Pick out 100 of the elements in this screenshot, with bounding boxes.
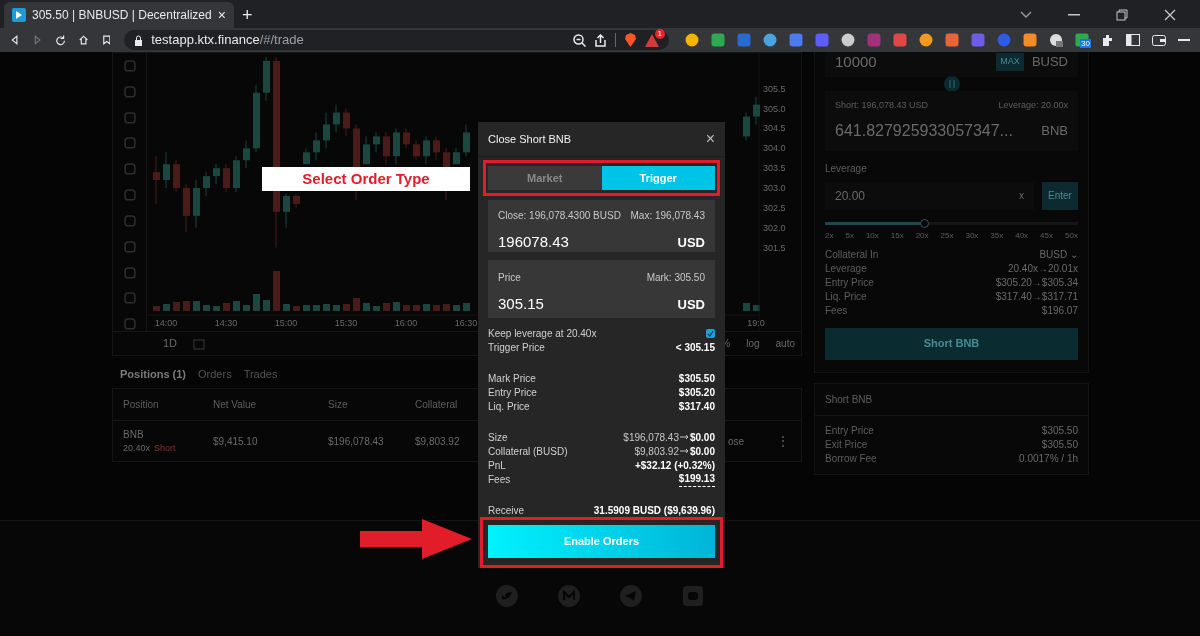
time-label: 14:30 — [214, 318, 238, 328]
info-label: Receive — [488, 503, 525, 518]
close-icon[interactable] — [1164, 9, 1176, 21]
token-select[interactable]: BUSD — [1031, 52, 1068, 72]
time-label: 16:00 — [394, 318, 418, 328]
more-button[interactable]: ⋮ — [773, 432, 793, 450]
slider-mark: 40x — [1015, 229, 1029, 242]
info-label: Entry Price — [488, 385, 537, 400]
restore-icon[interactable] — [1116, 9, 1128, 21]
candle — [283, 193, 290, 229]
slider-mark: 35x — [990, 229, 1004, 242]
chevron-down-icon[interactable] — [1020, 11, 1032, 19]
info-value: $305.50 — [678, 371, 715, 386]
leverage-text: 20.40x — [123, 441, 151, 455]
puzzle-icon[interactable] — [1101, 33, 1114, 47]
slider-mark: 50x — [1065, 229, 1078, 242]
candle — [463, 124, 470, 157]
positions-tab[interactable]: Trades — [243, 365, 278, 383]
candle — [753, 96, 760, 125]
table-cell-text: $9,415.10 — [213, 434, 259, 449]
candle — [303, 147, 310, 165]
site-logo-icon — [12, 8, 26, 22]
reload-icon[interactable] — [56, 34, 66, 46]
close-amount-field[interactable]: Close: 196,078.4300 BUSD Max: 196,078.43 196078.43 USD — [488, 200, 715, 252]
extension-icon[interactable] — [945, 33, 959, 47]
extension-icon[interactable] — [1023, 33, 1037, 47]
slider-thumb[interactable] — [919, 218, 929, 228]
extension-icon[interactable] — [685, 33, 699, 47]
candle — [423, 135, 430, 165]
leverage-field[interactable]: 20.00 x — [825, 181, 1034, 210]
info-label: Exit Price — [825, 438, 868, 452]
enter-button[interactable]: Enter — [1042, 181, 1078, 210]
time-label: 15:30 — [334, 318, 358, 328]
slider-track[interactable] — [825, 221, 1078, 225]
price-label: 303.0 — [763, 183, 786, 194]
price-label: 301.5 — [763, 242, 786, 253]
info-label: Entry Price — [825, 276, 874, 290]
bookmark-icon[interactable] — [102, 34, 111, 46]
table-cell-text: $196,078.43 — [328, 434, 385, 449]
field-value: 196078.43 — [498, 232, 569, 252]
close-button[interactable]: × — [705, 131, 715, 147]
candle — [343, 108, 350, 137]
price-label: 305.0 — [763, 103, 786, 114]
address-bar[interactable]: testapp.ktx.finance/#/trade 1 — [124, 30, 669, 50]
share-icon[interactable] — [594, 33, 607, 47]
info-label: Fees — [488, 472, 511, 487]
slider-mark: 25x — [940, 229, 954, 242]
interval-button[interactable]: 1D — [163, 335, 178, 352]
info-label: Size — [488, 430, 508, 445]
position-size-field[interactable]: Short: 196,078.43 USD Leverage: 20.00x 641.827925933057347... BNB — [825, 91, 1078, 151]
price-field[interactable]: Price Mark: 305.50 305.15 USD — [488, 260, 715, 318]
candle — [373, 131, 380, 153]
extension-icon[interactable] — [711, 33, 725, 47]
candle — [453, 147, 460, 165]
amount-field[interactable]: 10000 MAX BUSD — [825, 52, 1078, 77]
token-select[interactable]: BNB — [1041, 120, 1068, 141]
minimize-icon[interactable] — [1068, 14, 1080, 16]
candle — [243, 139, 250, 169]
submit-button[interactable]: Short BNB — [825, 327, 1078, 360]
slider-mark: 45x — [1040, 229, 1053, 242]
scale-option[interactable]: log — [746, 336, 760, 351]
candle — [253, 84, 260, 153]
previous-value: $196,078.43 — [623, 430, 679, 445]
positions-tab[interactable]: Orders — [198, 365, 232, 383]
positions-tab[interactable]: Positions (1) — [120, 365, 186, 383]
info-value: $305.50 — [1041, 438, 1078, 452]
short-amount: 641.827925933057347... — [835, 120, 1013, 141]
extension-icon[interactable] — [1049, 33, 1063, 47]
candle — [183, 183, 190, 233]
wallet-icon[interactable] — [1152, 34, 1166, 46]
candle — [293, 193, 300, 209]
zoom-icon[interactable] — [573, 33, 586, 47]
info-label: Collateral In — [825, 248, 879, 262]
new-tab-button[interactable]: + — [234, 2, 261, 28]
new-value: $0.00 — [689, 430, 715, 445]
candle — [263, 56, 270, 102]
slider-mark: 15x — [890, 229, 904, 242]
close-link[interactable]: ose — [728, 433, 773, 449]
home-icon[interactable] — [79, 34, 89, 46]
tab-close-button[interactable]: × — [217, 8, 226, 22]
sidebar-icon[interactable] — [1126, 34, 1140, 46]
extension-icon[interactable] — [919, 33, 933, 47]
extension-icon[interactable] — [841, 33, 855, 47]
order-type-tab[interactable]: Trigger — [601, 166, 715, 190]
extension-icon[interactable] — [763, 33, 777, 47]
candle — [313, 131, 320, 161]
order-type-tab[interactable]: Market — [488, 166, 602, 190]
candle — [363, 135, 370, 165]
time-label: 16:30 — [454, 318, 478, 328]
new-value: $0.00 — [689, 444, 715, 459]
column-header: Size — [328, 398, 349, 412]
back-icon[interactable] — [10, 34, 20, 46]
candle — [223, 163, 230, 193]
scale-option[interactable]: auto — [775, 336, 795, 351]
slider-mark: 2x — [825, 229, 834, 242]
max-button[interactable]: MAX — [996, 53, 1024, 71]
time-label: 15:00 — [274, 318, 298, 328]
forward-icon[interactable] — [33, 34, 43, 46]
checkbox[interactable] — [706, 328, 715, 338]
triangle-icon[interactable] — [645, 33, 659, 47]
